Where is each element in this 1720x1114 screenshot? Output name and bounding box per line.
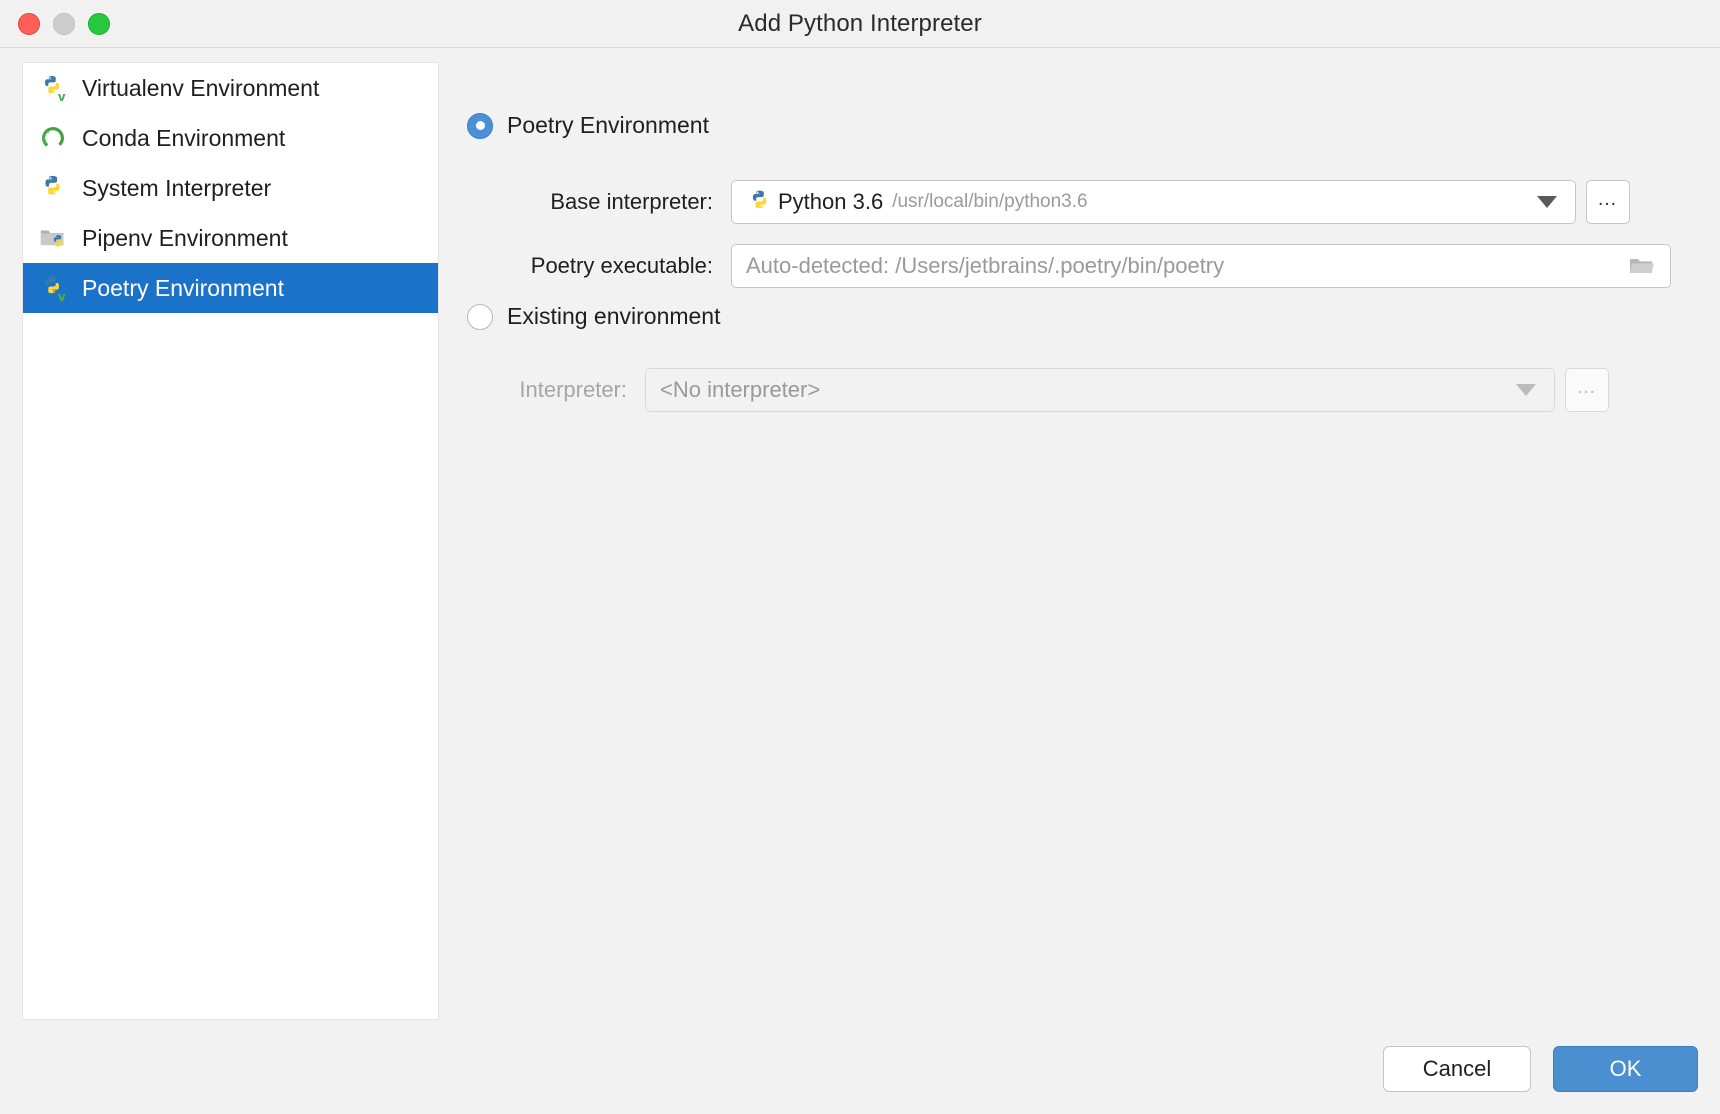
sidebar-item-system-interpreter[interactable]: System Interpreter bbox=[23, 163, 438, 213]
existing-environment-radio[interactable] bbox=[467, 303, 493, 330]
base-interpreter-path: /usr/local/bin/python3.6 bbox=[892, 191, 1088, 212]
base-interpreter-value: Python 3.6 bbox=[778, 189, 884, 214]
existing-interpreter-row: Interpreter: <No interpreter> … bbox=[455, 368, 1609, 412]
dialog-title: Add Python Interpreter bbox=[738, 9, 982, 37]
sidebar-item-label: Conda Environment bbox=[82, 124, 286, 151]
sidebar-item-conda-environment[interactable]: Conda Environment bbox=[23, 113, 438, 163]
existing-interpreter-control: <No interpreter> … bbox=[645, 368, 1609, 412]
base-interpreter-combobox[interactable]: Python 3.6 /usr/local/bin/python3.6 bbox=[731, 180, 1576, 224]
folder-icon[interactable] bbox=[1628, 254, 1656, 278]
minimize-window-button[interactable] bbox=[53, 12, 75, 35]
poetry-environment-radio-label: Poetry Environment bbox=[507, 112, 709, 138]
poetry-executable-row: Poetry executable: Auto-detected: /Users… bbox=[455, 244, 1671, 288]
chevron-down-icon[interactable] bbox=[1516, 384, 1536, 396]
sidebar-item-label: Virtualenv Environment bbox=[82, 74, 320, 101]
poetry-executable-placeholder: Auto-detected: /Users/jetbrains/.poetry/… bbox=[746, 253, 1225, 278]
poetry-executable-label: Poetry executable: bbox=[530, 253, 713, 278]
sidebar-item-virtualenv-environment[interactable]: v Virtualenv Environment bbox=[23, 63, 438, 113]
python-icon bbox=[746, 188, 774, 216]
python-icon bbox=[38, 173, 68, 203]
interpreter-type-list[interactable]: v Virtualenv Environment Conda Environme… bbox=[22, 62, 439, 1020]
base-interpreter-control: Python 3.6 /usr/local/bin/python3.6 … bbox=[731, 180, 1630, 224]
existing-interpreter-value: <No interpreter> bbox=[660, 377, 821, 402]
base-interpreter-browse-button[interactable]: … bbox=[1586, 180, 1630, 224]
existing-interpreter-browse-button[interactable]: … bbox=[1565, 368, 1609, 412]
dialog-footer: Cancel OK bbox=[1383, 1046, 1698, 1092]
window-controls bbox=[18, 12, 110, 35]
sidebar-item-poetry-environment[interactable]: v Poetry Environment bbox=[23, 263, 438, 313]
existing-environment-radio-label: Existing environment bbox=[507, 303, 721, 329]
pipenv-icon bbox=[38, 223, 68, 253]
existing-interpreter-label: Interpreter: bbox=[519, 377, 627, 402]
close-window-button[interactable] bbox=[18, 12, 40, 35]
sidebar-item-pipenv-environment[interactable]: Pipenv Environment bbox=[23, 213, 438, 263]
poetry-executable-input[interactable]: Auto-detected: /Users/jetbrains/.poetry/… bbox=[731, 244, 1671, 288]
maximize-window-button[interactable] bbox=[88, 12, 110, 35]
existing-interpreter-combobox[interactable]: <No interpreter> bbox=[645, 368, 1555, 412]
svg-text:v: v bbox=[58, 90, 66, 103]
poetry-executable-control: Auto-detected: /Users/jetbrains/.poetry/… bbox=[731, 244, 1671, 288]
poetry-environment-radio[interactable] bbox=[467, 112, 493, 139]
title-bar: Add Python Interpreter bbox=[0, 0, 1720, 48]
conda-icon bbox=[38, 123, 68, 153]
chevron-down-icon[interactable] bbox=[1537, 196, 1557, 208]
sidebar-item-label: System Interpreter bbox=[82, 174, 272, 201]
settings-panel: Poetry Environment Base interpreter: Pyt… bbox=[455, 48, 1720, 1114]
python-venv-icon: v bbox=[38, 73, 68, 104]
dialog-body: v Virtualenv Environment Conda Environme… bbox=[0, 48, 1720, 1114]
ok-button[interactable]: OK bbox=[1553, 1046, 1698, 1092]
base-interpreter-label: Base interpreter: bbox=[550, 189, 713, 214]
base-interpreter-row: Base interpreter: Python 3.6 /usr/local/… bbox=[455, 180, 1630, 224]
existing-environment-radio-row[interactable]: Existing environment bbox=[467, 303, 721, 330]
svg-text:v: v bbox=[58, 290, 66, 303]
cancel-button[interactable]: Cancel bbox=[1383, 1046, 1531, 1092]
add-python-interpreter-dialog: Add Python Interpreter v Virtualenv Envi… bbox=[0, 0, 1720, 1114]
new-poetry-environment-radio-row[interactable]: Poetry Environment bbox=[467, 112, 709, 139]
sidebar-item-label: Pipenv Environment bbox=[82, 224, 288, 251]
sidebar-item-label: Poetry Environment bbox=[82, 274, 284, 301]
poetry-icon: v bbox=[38, 273, 68, 304]
